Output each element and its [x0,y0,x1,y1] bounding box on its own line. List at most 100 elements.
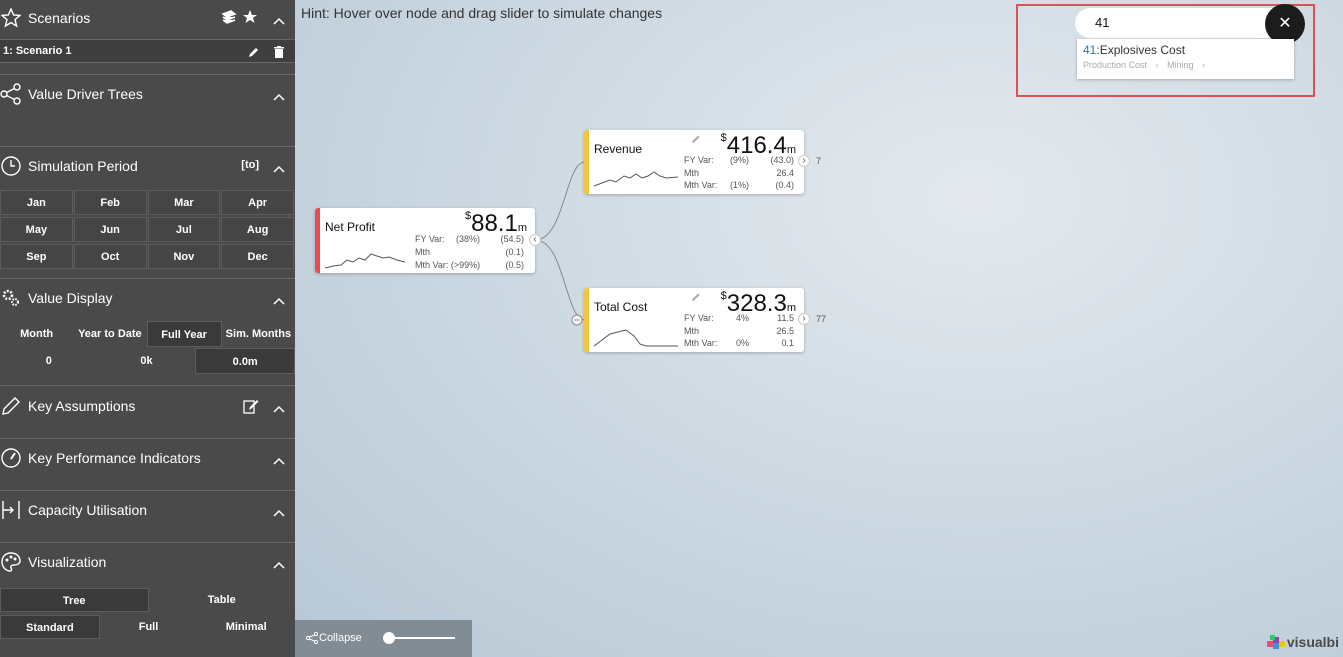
month-aug[interactable]: Aug [221,217,294,242]
node-sparkline [594,171,678,187]
collapse-slider[interactable] [383,632,455,644]
mth-label: Mth [415,247,431,257]
collapse-label[interactable]: Collapse [319,632,362,644]
chevron-up-icon[interactable] [273,504,285,520]
mth-value: (0.1) [505,247,524,257]
fy-var-pct: 4% [736,313,750,323]
value-driver-trees-header[interactable]: Value Driver Trees [0,76,295,112]
divider [0,490,295,491]
month-jan[interactable]: Jan [0,190,73,215]
chevron-right-icon[interactable]: › [798,313,810,325]
option-month[interactable]: Month [0,321,73,347]
scenario-row[interactable]: 1: Scenario 1 [0,39,295,63]
chevron-up-icon[interactable] [273,160,285,176]
month-dec[interactable]: Dec [221,244,294,269]
option-table[interactable]: Table [149,588,296,612]
mth-var-label: Mth Var: (>99%) [415,260,481,270]
value-full-year: 0.0m [195,348,295,374]
value-display-title: Value Display [28,290,113,306]
value-driver-trees-title: Value Driver Trees [28,86,143,102]
divider [0,278,295,279]
mth-var-value: 0.1 [781,338,794,348]
mth-var-value: (0.4) [775,180,794,190]
chevron-up-icon[interactable] [273,88,285,104]
node-status-bar [584,288,589,352]
chevron-up-icon[interactable] [273,292,285,308]
visualization-header[interactable]: Visualization [0,544,295,580]
delete-scenario-icon[interactable] [274,44,284,66]
simulation-period-header[interactable]: Simulation Period [to] [0,148,295,184]
value-display-values: 0 0k 0.0m [0,348,295,374]
node-total-cost[interactable]: Total Cost $328.3m FY Var: 4% 11.5 Mth 2… [584,288,826,352]
month-may[interactable]: May [0,217,73,242]
month-grid: Jan Feb Mar Apr May Jun Jul Aug Sep Oct … [0,190,295,271]
fy-var-label: FY Var: [415,234,445,244]
month-sep[interactable]: Sep [0,244,73,269]
option-full[interactable]: Full [100,615,198,639]
month-mar[interactable]: Mar [147,190,221,215]
node-title: Revenue [594,142,643,156]
simulation-period-title: Simulation Period [28,158,138,174]
month-jun[interactable]: Jun [73,217,147,242]
fy-var-label: FY Var: [684,313,714,323]
chevron-up-icon[interactable] [273,556,285,572]
node-revenue[interactable]: Revenue $416.4m FY Var: (9%) (43.0) Mth … [584,130,821,194]
chevron-right-icon[interactable]: › [798,155,810,167]
scenario-library-icon[interactable] [221,10,237,27]
month-apr[interactable]: Apr [221,190,294,215]
chevron-up-icon[interactable] [273,452,285,468]
scenarios-header[interactable]: Scenarios [0,0,295,36]
node-title: Total Cost [594,300,648,314]
breadcrumb-chevron-icon: › [1155,60,1159,70]
close-icon[interactable]: ✕ [1265,4,1305,44]
node-net-profit[interactable]: Net Profit $88.1m FY Var: (38%) (54.5) M… [315,208,541,273]
key-assumptions-header[interactable]: Key Assumptions [0,388,295,424]
result-name: :Explosives Cost [1096,43,1186,57]
option-minimal[interactable]: Minimal [197,615,295,639]
option-year-to-date[interactable]: Year to Date [73,321,146,347]
edit-node-icon[interactable] [691,131,700,149]
divider [0,146,295,147]
search-result-item[interactable]: 41:Explosives Cost Production Cost › Min… [1077,39,1294,79]
chevron-up-icon[interactable] [273,400,285,416]
sidebar: Scenarios 1: Scenario 1 Value Driver Tre… [0,0,295,657]
visualization-title: Visualization [28,554,107,570]
mth-var-label: Mth Var: [684,180,718,190]
chevron-left-icon[interactable]: ‹ [529,234,541,246]
collapse-bar: Collapse [295,620,472,657]
tree-canvas[interactable]: Hint: Hover over node and drag slider to… [295,0,1343,657]
edit-node-icon[interactable] [691,289,700,307]
value-year-to-date: 0k [140,355,153,367]
mth-var-pct: 0% [736,338,750,348]
node-status-bar [584,130,589,194]
add-scenario-icon[interactable] [243,9,259,28]
period-range-badge[interactable]: [to] [241,159,259,171]
visualization-mode: Standard Full Minimal [0,615,295,639]
option-tree[interactable]: Tree [0,588,149,612]
edit-scenario-icon[interactable] [248,44,259,66]
fy-var-pct: (38%) [456,234,481,244]
month-jul[interactable]: Jul [147,217,221,242]
edit-assumptions-icon[interactable] [243,399,259,418]
breadcrumb-chevron-icon: › [1202,60,1206,70]
chevron-up-icon[interactable] [273,12,285,28]
slider-thumb[interactable] [383,632,395,644]
kpi-header[interactable]: Key Performance Indicators [0,440,295,476]
option-standard[interactable]: Standard [0,615,100,639]
value-display-header[interactable]: Value Display [0,280,295,316]
capacity-header[interactable]: Capacity Utilisation [0,492,295,528]
divider [0,74,295,75]
result-breadcrumb: Production Cost › Mining › [1083,60,1206,70]
option-sim-months[interactable]: Sim. Months [222,321,295,347]
node-status-bar [315,208,320,273]
result-id: 41 [1083,43,1097,57]
capacity-icon [0,499,22,521]
month-nov[interactable]: Nov [147,244,221,269]
option-full-year[interactable]: Full Year [146,321,222,347]
month-oct[interactable]: Oct [73,244,147,269]
value-display-options: Month Year to Date Full Year Sim. Months [0,321,295,347]
month-feb[interactable]: Feb [73,190,147,215]
divider [0,438,295,439]
mth-value: 26.4 [776,168,794,178]
clock-icon [0,155,22,177]
